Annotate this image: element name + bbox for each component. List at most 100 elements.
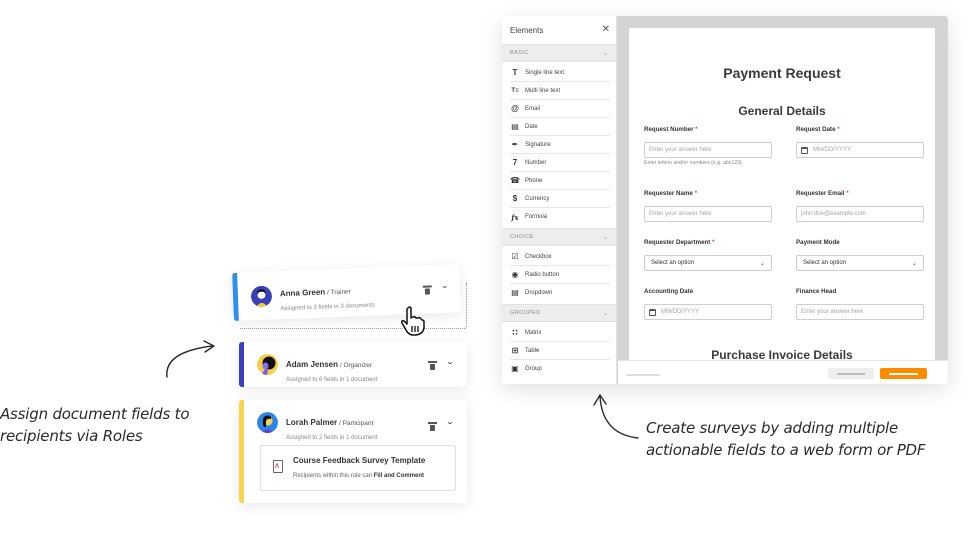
- select-value: Select an option: [803, 260, 847, 266]
- field-accounting-date: Accounting Date MM/DD/YYYY: [644, 288, 772, 320]
- element-label: Radio button: [525, 271, 560, 278]
- trash-icon[interactable]: [428, 361, 437, 370]
- formula-icon: fx: [511, 212, 519, 222]
- role-recipient-name: Adam Jensen: [286, 360, 339, 369]
- curved-arrow-icon: [593, 394, 639, 439]
- element-list: ☑ Checkbox ◉ Radio button ▤ Dropdown: [502, 246, 616, 304]
- element-label: Multi line text: [525, 87, 561, 94]
- requester-department-select[interactable]: Select an option ⌄: [644, 255, 772, 271]
- trash-icon[interactable]: [424, 285, 431, 294]
- role-color-stripe: [239, 400, 244, 503]
- section-heading-general-details: General Details: [738, 104, 826, 118]
- element-item-group[interactable]: ▣ Group: [510, 360, 610, 378]
- chevron-down-icon[interactable]: ⌄: [446, 418, 454, 426]
- matrix-icon: ∷: [512, 327, 518, 337]
- payment-mode-select[interactable]: Select an option ⌄: [796, 255, 924, 271]
- field-requester-name: Requester Name * Enter your answer here: [644, 190, 772, 222]
- builder-footer: [618, 360, 948, 384]
- role-card-adam-jensen[interactable]: Adam Jensen / Organizer Assigned to 6 fi…: [239, 342, 467, 387]
- annotation-roles: Assign document fields to recipients via…: [0, 405, 190, 445]
- element-item-matrix[interactable]: ∷ Matrix: [510, 324, 610, 342]
- pdf-file-icon: [273, 460, 283, 473]
- element-item-email[interactable]: @ Email: [510, 100, 610, 118]
- hand-cursor-icon: [401, 306, 425, 336]
- curved-arrow-icon: [166, 340, 215, 378]
- accounting-date-input[interactable]: MM/DD/YYYY: [644, 304, 772, 320]
- required-marker: *: [695, 126, 698, 133]
- required-marker: *: [837, 126, 840, 133]
- element-label: Checkbox: [525, 253, 552, 260]
- section-header-choice[interactable]: CHOICE ⌄: [502, 228, 616, 246]
- dropdown-icon: ▤: [511, 288, 519, 297]
- placeholder: MM/DD/YYYY: [813, 147, 852, 153]
- element-item-single-line-text[interactable]: T Single line text: [510, 64, 610, 82]
- element-label: Dropdown: [525, 290, 553, 296]
- secondary-button[interactable]: [828, 368, 874, 379]
- role-assignment-summary: Assigned to 2 fields in 1 document: [286, 435, 378, 441]
- request-number-input[interactable]: Enter your answer here: [644, 142, 772, 158]
- placeholder: john.doe@example.com: [801, 211, 866, 217]
- required-marker: *: [712, 239, 715, 246]
- element-item-multi-line-text[interactable]: T≡ Multi line text: [510, 82, 610, 100]
- field-help-text: Enter letters and/or numbers (e.g. abc12…: [644, 160, 742, 166]
- multiline-text-icon: T≡: [511, 87, 519, 94]
- placeholder: Enter your answer here: [649, 147, 712, 153]
- role-title: Participant: [342, 420, 374, 427]
- element-label: Signature: [525, 141, 551, 148]
- element-item-checkbox[interactable]: ☑ Checkbox: [510, 248, 610, 266]
- element-label: Currency: [525, 195, 550, 202]
- element-item-currency[interactable]: $ Currency: [510, 190, 610, 208]
- element-item-formula[interactable]: fx Formula: [510, 208, 610, 226]
- field-label: Payment Mode: [796, 239, 840, 246]
- element-list: T Single line text T≡ Multi line text @ Email…: [502, 62, 616, 228]
- element-item-radio-button[interactable]: ◉ Radio button: [510, 266, 610, 284]
- request-date-input[interactable]: MM/DD/YYYY: [796, 142, 924, 158]
- element-item-phone[interactable]: ☎ Phone: [510, 172, 610, 190]
- primary-button[interactable]: [880, 368, 927, 379]
- element-label: Matrix: [525, 329, 542, 336]
- select-value: Select an option: [651, 260, 695, 266]
- requester-name-input[interactable]: Enter your answer here: [644, 206, 772, 222]
- annotation-surveys: Create surveys by adding multiple action…: [646, 419, 926, 459]
- element-item-date[interactable]: ▤ Date: [510, 118, 610, 136]
- close-icon[interactable]: ✕: [602, 25, 610, 35]
- role-recipient-name: Lorah Palmer: [286, 418, 338, 427]
- chevron-down-icon[interactable]: ⌄: [446, 358, 454, 366]
- group-icon: ▣: [511, 364, 519, 373]
- section-header-basic[interactable]: BASIC ⌄: [502, 44, 616, 62]
- role-color-stripe: [232, 272, 239, 321]
- element-label: Table: [525, 347, 540, 354]
- finance-head-input[interactable]: Enter your answer here: [796, 304, 924, 320]
- form-title: Payment Request: [723, 65, 841, 81]
- role-assignment-summary: Assigned to 3 fields in 3 documents: [280, 302, 375, 313]
- element-item-dropdown[interactable]: ▤ Dropdown: [510, 284, 610, 302]
- chevron-down-icon: ⌄: [602, 50, 608, 57]
- required-marker: *: [694, 190, 697, 197]
- form-canvas: Payment Request General Details Request …: [618, 16, 948, 360]
- element-label: Group: [525, 366, 542, 372]
- role-color-stripe: [239, 342, 244, 387]
- element-label: Number: [525, 159, 547, 166]
- placeholder: Enter your answer here: [649, 211, 712, 217]
- field-request-number: Request Number * Enter your answer here …: [644, 126, 772, 167]
- elements-panel-header: Elements ✕: [502, 16, 616, 44]
- chevron-down-icon[interactable]: ⌄: [440, 282, 448, 290]
- role-card-lorah-palmer[interactable]: Lorah Palmer / Participant Assigned to 2…: [239, 400, 467, 503]
- element-item-number[interactable]: 7 Number: [510, 154, 610, 172]
- element-item-signature[interactable]: ✒ Signature: [510, 136, 610, 154]
- role-title: Organizer: [343, 362, 372, 369]
- field-label: Requester Email: [796, 190, 845, 197]
- field-label: Requester Department: [644, 239, 711, 246]
- field-label: Requester Name: [644, 190, 693, 197]
- role-card-anna-green[interactable]: Anna Green / Trainer Assigned to 3 field…: [232, 264, 461, 321]
- field-payment-mode: Payment Mode Select an option ⌄: [796, 239, 924, 271]
- element-item-table[interactable]: ⊞ Table: [510, 342, 610, 360]
- required-marker: *: [846, 190, 849, 197]
- trash-icon[interactable]: [428, 422, 437, 431]
- requester-email-input[interactable]: john.doe@example.com: [796, 206, 924, 222]
- at-icon: @: [511, 103, 519, 113]
- section-header-grouped[interactable]: GROUPED ⌄: [502, 304, 616, 322]
- placeholder: MM/DD/YYYY: [661, 309, 700, 315]
- assigned-document[interactable]: Course Feedback Survey Template Recipien…: [260, 445, 456, 491]
- role-recipient-name: Anna Green: [279, 287, 326, 299]
